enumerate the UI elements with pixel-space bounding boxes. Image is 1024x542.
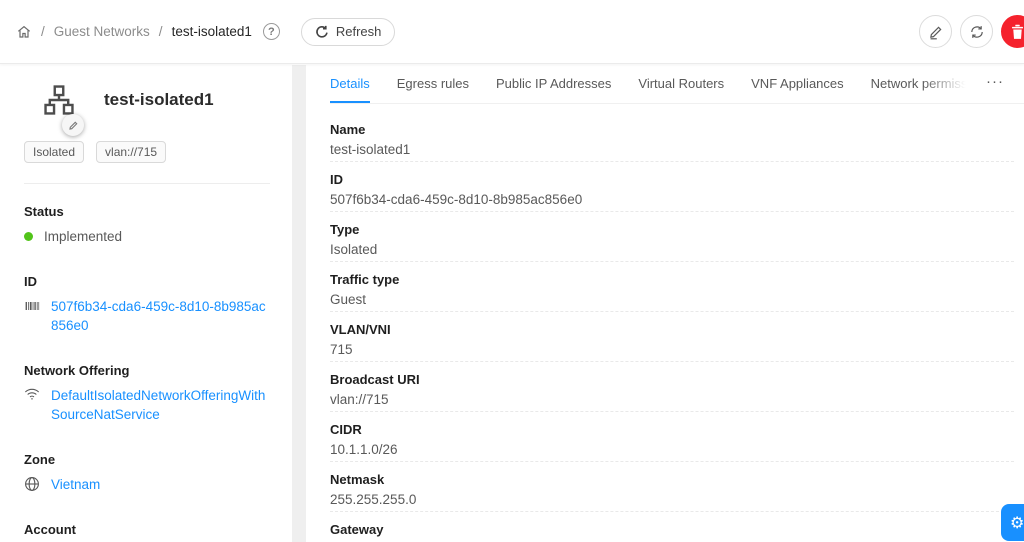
- detail-row-cidr: CIDR 10.1.1.0/26: [330, 412, 1014, 462]
- vlan-tag: vlan://715: [96, 141, 166, 163]
- detail-rows: Name test-isolated1 ID 507f6b34-cda6-459…: [330, 112, 1024, 542]
- divider: [24, 183, 270, 184]
- field-label: Network Offering: [24, 363, 270, 378]
- detail-label: CIDR: [330, 422, 1014, 437]
- detail-value: Isolated: [330, 242, 1014, 257]
- detail-label: Gateway: [330, 522, 1014, 537]
- refresh-button[interactable]: Refresh: [301, 18, 396, 46]
- field-label: Account: [24, 522, 270, 537]
- breadcrumb-current-page: test-isolated1: [172, 24, 252, 39]
- field-label: Status: [24, 204, 270, 219]
- sidebar-section-zone: Zone Vietnam: [24, 452, 270, 494]
- network-apartment-icon: [42, 83, 76, 117]
- detail-label: Netmask: [330, 472, 1014, 487]
- details-panel: Details Egress rules Public IP Addresses…: [306, 65, 1024, 542]
- field-label: Zone: [24, 452, 270, 467]
- edit-button[interactable]: [919, 15, 952, 48]
- settings-fab-button[interactable]: ⚙: [1001, 504, 1024, 541]
- detail-label: VLAN/VNI: [330, 322, 1014, 337]
- breadcrumb-separator: /: [41, 24, 45, 39]
- detail-label: ID: [330, 172, 1014, 187]
- zone-link[interactable]: Vietnam: [51, 475, 100, 494]
- tab-public-ip-addresses[interactable]: Public IP Addresses: [496, 65, 611, 103]
- pencil-icon: [928, 24, 944, 40]
- breadcrumb-separator: /: [159, 24, 163, 39]
- tab-egress-rules[interactable]: Egress rules: [397, 65, 469, 103]
- resource-sidebar: test-isolated1 Isolated vlan://715 Statu…: [0, 65, 292, 542]
- status-dot-icon: [24, 232, 33, 241]
- detail-row-gateway: Gateway: [330, 512, 1014, 542]
- gear-icon: ⚙: [1010, 513, 1024, 533]
- sidebar-section-status: Status Implemented: [24, 204, 270, 246]
- tag-list: Isolated vlan://715: [24, 141, 270, 163]
- detail-row-vlan: VLAN/VNI 715: [330, 312, 1014, 362]
- detail-label: Traffic type: [330, 272, 1014, 287]
- detail-row-id: ID 507f6b34-cda6-459c-8d10-8b985ac856e0: [330, 162, 1014, 212]
- tab-virtual-routers[interactable]: Virtual Routers: [638, 65, 724, 103]
- breadcrumb: / Guest Networks / test-isolated1 ? Refr…: [16, 18, 395, 46]
- detail-row-traffic-type: Traffic type Guest: [330, 262, 1014, 312]
- barcode-icon: [24, 298, 40, 314]
- detail-value: test-isolated1: [330, 142, 1014, 157]
- detail-value: 10.1.1.0/26: [330, 442, 1014, 457]
- type-tag: Isolated: [24, 141, 84, 163]
- status-value: Implemented: [44, 227, 122, 246]
- sidebar-section-id: ID 507f6b34-cda6-459c-8d10-8b985ac856e0: [24, 274, 270, 335]
- breadcrumb-guest-networks[interactable]: Guest Networks: [54, 24, 150, 39]
- detail-value: vlan://715: [330, 392, 1014, 407]
- id-link[interactable]: 507f6b34-cda6-459c-8d10-8b985ac856e0: [51, 297, 270, 335]
- detail-label: Broadcast URI: [330, 372, 1014, 387]
- detail-value: 255.255.255.0: [330, 492, 1014, 507]
- field-label: ID: [24, 274, 270, 289]
- detail-row-name: Name test-isolated1: [330, 112, 1014, 162]
- resource-title: test-isolated1: [104, 90, 214, 110]
- refresh-label: Refresh: [336, 24, 382, 39]
- detail-value: Guest: [330, 292, 1014, 307]
- sync-icon: [969, 24, 985, 40]
- edit-name-button[interactable]: [62, 114, 84, 136]
- network-offering-link[interactable]: DefaultIsolatedNetworkOfferingWithSource…: [51, 386, 270, 424]
- sidebar-section-account: Account: [24, 522, 270, 542]
- trash-icon: [1010, 24, 1024, 40]
- tab-bar: Details Egress rules Public IP Addresses…: [330, 65, 1024, 104]
- detail-value: 715: [330, 342, 1014, 357]
- tab-vnf-appliances[interactable]: VNF Appliances: [751, 65, 844, 103]
- resource-head: test-isolated1: [42, 83, 270, 117]
- header-actions: [919, 15, 1024, 48]
- tab-scroller: Details Egress rules Public IP Addresses…: [330, 65, 972, 103]
- wifi-icon: [24, 387, 40, 401]
- panel-scrollbar-track[interactable]: [292, 65, 306, 542]
- home-icon[interactable]: [16, 24, 32, 40]
- detail-value: 507f6b34-cda6-459c-8d10-8b985ac856e0: [330, 192, 1014, 207]
- globe-icon: [24, 476, 40, 492]
- sidebar-section-network-offering: Network Offering DefaultIsolatedNetworkO…: [24, 363, 270, 424]
- help-icon[interactable]: ?: [263, 23, 280, 40]
- reload-icon: [315, 25, 329, 39]
- tab-network-permissions[interactable]: Network permissions: [871, 65, 972, 103]
- detail-row-broadcast-uri: Broadcast URI vlan://715: [330, 362, 1014, 412]
- detail-row-type: Type Isolated: [330, 212, 1014, 262]
- top-header: / Guest Networks / test-isolated1 ? Refr…: [0, 0, 1024, 64]
- pencil-icon: [68, 120, 79, 131]
- delete-button[interactable]: [1001, 15, 1024, 48]
- detail-label: Type: [330, 222, 1014, 237]
- more-tabs-button[interactable]: ···: [986, 65, 1004, 103]
- detail-label: Name: [330, 122, 1014, 137]
- sync-button[interactable]: [960, 15, 993, 48]
- detail-row-netmask: Netmask 255.255.255.0: [330, 462, 1014, 512]
- tab-details[interactable]: Details: [330, 65, 370, 103]
